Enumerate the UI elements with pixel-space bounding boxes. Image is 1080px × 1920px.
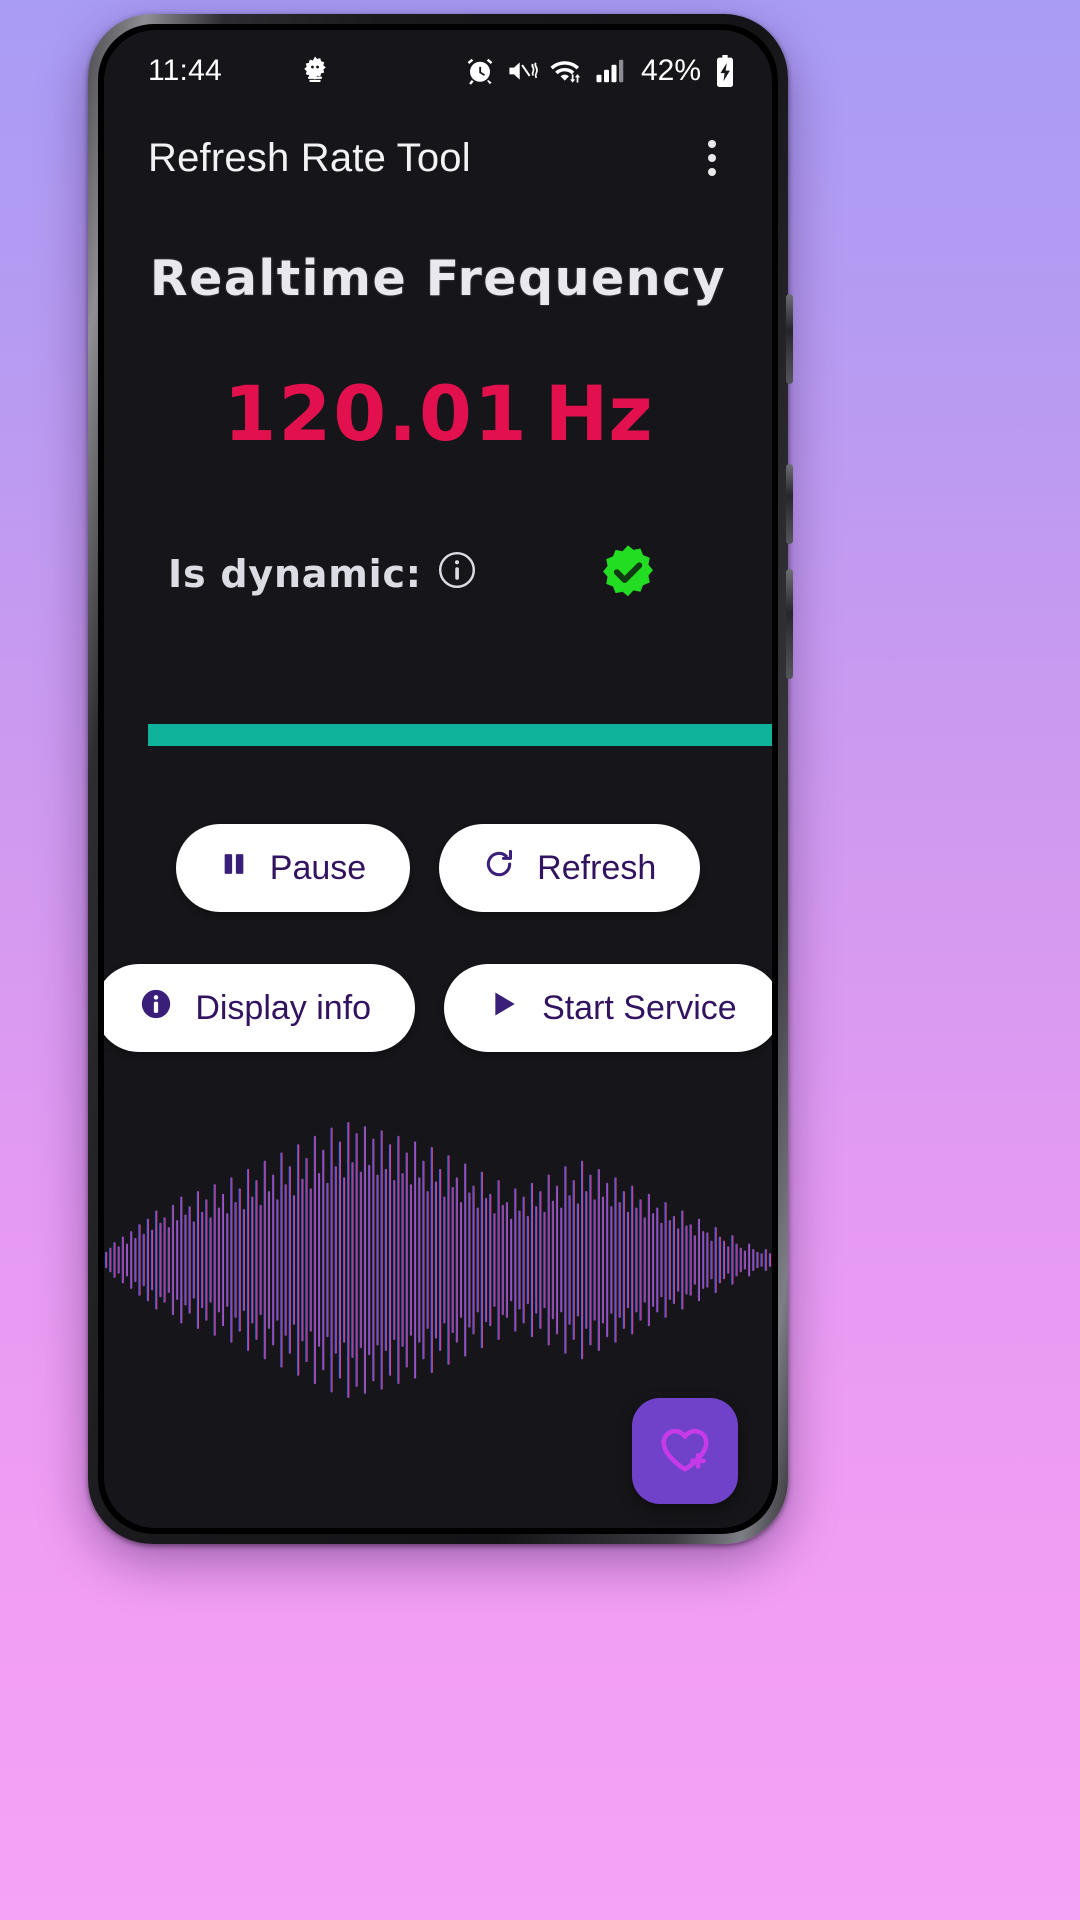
- app-bar: Refresh Rate Tool: [104, 112, 772, 204]
- play-icon: [488, 988, 520, 1029]
- refresh-icon: [483, 848, 515, 889]
- add-favorite-fab[interactable]: [632, 1398, 738, 1504]
- refresh-button-label: Refresh: [537, 848, 657, 887]
- side-button-power[interactable]: [786, 294, 793, 384]
- pause-button[interactable]: Pause: [175, 824, 411, 912]
- display-info-button[interactable]: Display info: [104, 964, 416, 1052]
- audio-waveform-chart: [105, 1122, 771, 1398]
- main-content: Realtime Frequency 120.01Hz Is dynamic:: [104, 204, 772, 1528]
- phone-bezel: 11:44 42% Refresh Rate Tool Realtime Fre…: [98, 24, 778, 1534]
- frequency-unit: Hz: [544, 369, 653, 458]
- cellular-signal-icon: [594, 56, 624, 86]
- progress-bar-track: [148, 724, 772, 746]
- status-badge: [596, 542, 660, 606]
- pause-button-label: Pause: [269, 848, 367, 887]
- wifi-icon: [549, 56, 583, 86]
- progress-bar-fill: [148, 724, 772, 746]
- start-service-button-label: Start Service: [542, 988, 737, 1027]
- start-service-button[interactable]: Start Service: [444, 964, 772, 1052]
- page-title: Refresh Rate Tool: [148, 135, 471, 180]
- side-button-volume-up[interactable]: [786, 464, 793, 544]
- info-filled-icon: [139, 987, 173, 1030]
- battery-percent-label: 42%: [640, 54, 701, 87]
- phone-screen: 11:44 42% Refresh Rate Tool Realtime Fre…: [104, 30, 772, 1528]
- status-bar-left: 11:44: [148, 54, 332, 88]
- status-bar: 11:44 42%: [104, 30, 772, 112]
- realtime-frequency-heading: Realtime Frequency: [149, 250, 727, 307]
- phone-frame: 11:44 42% Refresh Rate Tool Realtime Fre…: [88, 14, 793, 1544]
- display-info-button-label: Display info: [195, 988, 372, 1027]
- status-clock: 11:44: [148, 54, 222, 87]
- status-bar-right: 42%: [465, 54, 738, 88]
- frequency-value: 120.01: [223, 369, 529, 458]
- frequency-readout: 120.01 Hz: [104, 369, 772, 458]
- battery-charging-icon: [712, 55, 738, 87]
- overflow-menu-icon[interactable]: [694, 130, 730, 186]
- is-dynamic-label: Is dynamic:: [168, 552, 422, 596]
- mute-vibrate-icon: [506, 56, 538, 86]
- refresh-button[interactable]: Refresh: [439, 824, 701, 912]
- info-outline-icon[interactable]: [436, 549, 478, 600]
- verified-check-icon: [602, 545, 653, 597]
- button-row-secondary: Display info Start Service: [104, 964, 772, 1052]
- gear-icon: [298, 54, 332, 88]
- heart-plus-icon: [656, 1420, 714, 1483]
- pause-icon: [220, 849, 248, 888]
- is-dynamic-label-group: Is dynamic:: [168, 549, 478, 600]
- alarm-icon: [465, 56, 495, 86]
- is-dynamic-row: Is dynamic:: [104, 542, 772, 606]
- button-row-primary: Pause Refresh: [104, 824, 772, 912]
- side-button-volume-down[interactable]: [786, 569, 793, 679]
